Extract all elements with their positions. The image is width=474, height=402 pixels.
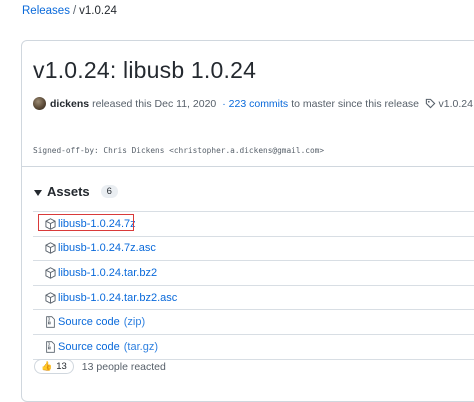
asset-link[interactable]: libusb-1.0.24.7z.asc — [58, 242, 156, 254]
breadcrumb-releases-link[interactable]: Releases — [22, 5, 70, 17]
reactions-summary: 13 people reacted — [81, 360, 166, 373]
signoff-text: Signed-off-by: Chris Dickens <christophe… — [33, 146, 325, 155]
asset-link[interactable]: Source code — [58, 341, 120, 353]
file-zip-icon — [46, 341, 55, 353]
asset-link[interactable]: Source code — [58, 316, 120, 328]
asset-suffix[interactable]: (tar.gz) — [124, 341, 158, 353]
asset-suffix[interactable]: (zip) — [124, 316, 145, 328]
assets-count-badge: 6 — [100, 185, 118, 198]
asset-row: libusb-1.0.24.tar.bz2 — [33, 260, 474, 285]
reaction-count: 13 — [56, 361, 67, 372]
assets-toggle[interactable]: Assets 6 — [34, 184, 118, 199]
assets-list: libusb-1.0.24.7z libusb-1.0.24.7z.asc libu… — [33, 211, 474, 360]
tag-icon — [425, 98, 435, 109]
released-date-text: released this Dec 11, 2020 — [92, 97, 217, 110]
breadcrumb: Releases / v1.0.24 — [22, 5, 117, 17]
reactions-bar: 👍 13 13 people reacted — [34, 359, 166, 374]
release-meta: dickens released this Dec 11, 2020 · 223… — [33, 97, 473, 110]
commits-link[interactable]: · 223 commits — [222, 98, 288, 110]
thumbs-up-reaction-button[interactable]: 👍 13 — [34, 359, 74, 374]
asset-row: libusb-1.0.24.tar.bz2.asc — [33, 284, 474, 310]
breadcrumb-current: v1.0.24 — [79, 5, 117, 17]
highlight-box — [38, 214, 134, 231]
file-zip-icon — [46, 316, 55, 328]
breadcrumb-separator: / — [72, 5, 77, 17]
asset-row: libusb-1.0.24.7z.asc — [33, 235, 474, 261]
avatar[interactable] — [33, 97, 46, 110]
tag-label: v1.0.24 — [438, 97, 473, 110]
thumbs-up-icon: 👍 — [41, 361, 53, 371]
asset-row: Source code (zip) — [33, 309, 474, 334]
asset-link[interactable]: libusb-1.0.24.tar.bz2 — [58, 267, 157, 279]
asset-link[interactable]: libusb-1.0.24.tar.bz2.asc — [58, 292, 177, 304]
divider — [22, 166, 474, 167]
package-icon — [45, 291, 56, 304]
assets-heading: Assets — [47, 184, 90, 199]
release-title: v1.0.24: libusb 1.0.24 — [33, 57, 257, 83]
package-icon — [45, 242, 56, 255]
author-link[interactable]: dickens — [50, 98, 89, 110]
triangle-down-icon — [34, 189, 42, 196]
asset-row: Source code (tar.gz) — [33, 333, 474, 360]
package-icon — [45, 267, 56, 279]
tag-link[interactable]: v1.0.24 — [425, 98, 473, 110]
commits-suffix: to master since this release — [291, 97, 419, 110]
